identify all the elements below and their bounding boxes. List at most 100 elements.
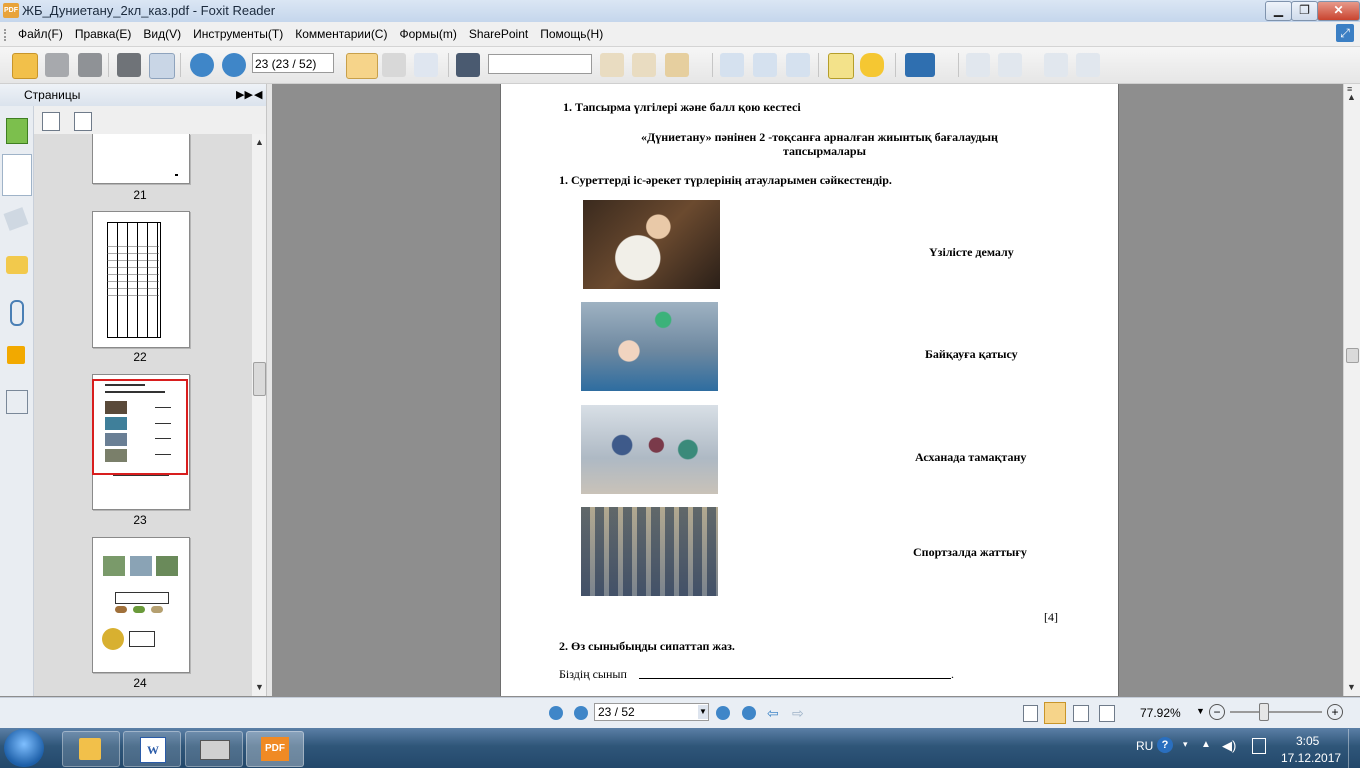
show-hidden-icons[interactable]: ▲ [1201, 739, 1211, 750]
zoom-slider-thumb[interactable] [1259, 703, 1269, 721]
fit-page-icon[interactable] [753, 53, 777, 77]
input-language[interactable]: RU [1136, 739, 1153, 753]
scroll-up-icon[interactable]: ▲ [1347, 92, 1356, 102]
minimize-button[interactable]: ▁ [1265, 1, 1292, 21]
scroll-up-icon[interactable]: ▲ [255, 137, 264, 147]
zoom-level[interactable]: 77.92% [1140, 706, 1181, 720]
find-next-icon[interactable] [632, 53, 656, 77]
note-comment-icon[interactable] [860, 53, 884, 77]
enlarge-thumbnail-icon[interactable] [42, 112, 60, 131]
zoom-out-icon[interactable]: − [1209, 704, 1225, 720]
thumbnail-page-23[interactable] [92, 374, 190, 510]
close-button[interactable]: ✕ [1317, 1, 1360, 21]
save-icon[interactable] [45, 53, 69, 77]
thumbnail-page-24[interactable] [92, 537, 190, 673]
search-input[interactable] [488, 54, 592, 74]
attachments-icon[interactable] [10, 300, 24, 326]
clock-date[interactable]: 17.12.2017 [1281, 751, 1341, 765]
search-options-icon[interactable] [665, 53, 689, 77]
first-page-icon[interactable] [549, 706, 563, 720]
pdf-combine-icon[interactable] [1076, 53, 1100, 77]
document-scrollbar[interactable]: ≡ ▲ ▼ [1343, 84, 1360, 696]
volume-icon[interactable]: ◀) [1222, 738, 1236, 754]
bookmarks-icon[interactable] [6, 118, 28, 144]
thumbnail-label: 24 [133, 676, 147, 690]
doc-task1: 1. Суреттерді іс-әрекет түрлерінің атаул… [559, 173, 892, 187]
find-binoculars-icon[interactable] [456, 53, 480, 77]
menu-edit[interactable]: Правка(E) [69, 22, 138, 46]
scroll-down-icon[interactable]: ▼ [255, 682, 264, 692]
document-scroll-thumb[interactable] [1346, 348, 1359, 363]
help-icon[interactable]: ? [1157, 737, 1173, 753]
continuous-facing-view-icon[interactable] [1099, 705, 1115, 722]
thumbnail-scroll-thumb[interactable] [253, 362, 266, 396]
back-arrow-icon[interactable]: ⇦ [767, 705, 779, 722]
start-button[interactable] [4, 729, 44, 767]
single-page-view-icon[interactable] [1023, 705, 1038, 722]
foxit-app-icon[interactable]: PDF [3, 3, 19, 18]
menu-help[interactable]: Помощь(H) [534, 22, 609, 46]
select-arrow-icon[interactable] [414, 53, 438, 77]
select-text-icon[interactable] [382, 53, 406, 77]
pages-icon[interactable] [2, 154, 32, 196]
photo-running-to-break [581, 405, 718, 494]
save-as-icon[interactable] [78, 53, 102, 77]
tray-options-icon[interactable]: ▾ [1183, 739, 1188, 750]
panel-collapse-icon[interactable]: ◀ [254, 88, 262, 101]
zoom-dropdown-icon[interactable]: ▼ [1196, 706, 1205, 716]
word-icon: W [140, 737, 166, 763]
thumbnail-label: 21 [133, 188, 147, 202]
zoom-in-icon[interactable]: + [1327, 704, 1343, 720]
pdf-create-icon[interactable] [966, 53, 990, 77]
signatures-icon[interactable] [6, 390, 28, 414]
email-icon[interactable] [149, 53, 175, 79]
actual-size-icon[interactable] [720, 53, 744, 77]
scroll-down-icon[interactable]: ▼ [1347, 682, 1356, 692]
security-lock-icon[interactable] [7, 346, 25, 364]
pdf-page[interactable]: 1. Тапсырма үлгілері және балл қою кесте… [500, 84, 1119, 696]
forward-arrow-icon[interactable]: ⇨ [792, 705, 804, 722]
typewriter-icon[interactable] [828, 53, 854, 79]
menu-forms[interactable]: Формы(m) [393, 22, 462, 46]
thumbnail-page-22[interactable] [92, 211, 190, 348]
network-icon[interactable] [1252, 738, 1266, 754]
next-page-icon[interactable] [222, 53, 246, 77]
next-page-icon[interactable] [716, 706, 730, 720]
pdf-convert-icon[interactable] [998, 53, 1022, 77]
taskbar-explorer[interactable] [62, 731, 120, 767]
taskbar-word[interactable]: W [123, 731, 181, 767]
taskbar-foxit-reader[interactable]: PDF [246, 731, 304, 767]
facing-view-icon[interactable] [1073, 705, 1089, 722]
menu-sharepoint[interactable]: SharePoint [463, 22, 534, 46]
last-page-icon[interactable] [742, 706, 756, 720]
menu-comments[interactable]: Комментарии(C) [289, 22, 393, 46]
status-page-field[interactable]: 23 / 52 [594, 703, 709, 721]
reduce-thumbnail-icon[interactable] [74, 112, 92, 131]
open-folder-icon[interactable] [12, 53, 38, 79]
find-previous-icon[interactable] [600, 53, 624, 77]
hand-tool-icon[interactable] [346, 53, 378, 79]
menu-tools[interactable]: Инструменты(T) [187, 22, 289, 46]
restore-layout-icon[interactable]: ⤢ [1336, 24, 1354, 42]
zoom-slider-track[interactable] [1230, 711, 1322, 713]
panel-expand-icon[interactable]: ▶▶ [236, 88, 253, 101]
menu-view[interactable]: Вид(V) [137, 22, 187, 46]
taskbar-printer[interactable] [185, 731, 243, 767]
clock-time[interactable]: 3:05 [1296, 734, 1319, 748]
pdf-export-icon[interactable] [1044, 53, 1068, 77]
page-number-field[interactable]: 23 (23 / 52) [252, 53, 334, 73]
continuous-view-icon[interactable] [1044, 702, 1066, 724]
previous-page-icon[interactable] [190, 53, 214, 77]
layers-icon[interactable] [3, 207, 29, 231]
print-icon[interactable] [117, 53, 141, 77]
previous-page-icon[interactable] [574, 706, 588, 720]
thumbnail-page-21[interactable] [92, 134, 190, 184]
page-dropdown-icon[interactable]: ▼ [698, 705, 708, 719]
sharepoint-icon[interactable] [905, 53, 935, 77]
comments-icon[interactable] [6, 256, 28, 274]
fit-width-icon[interactable] [786, 53, 810, 77]
maximize-button[interactable]: ❐ [1291, 1, 1318, 21]
show-desktop-button[interactable] [1348, 729, 1360, 768]
thumbnail-scrollbar[interactable]: ▲ ▼ [251, 134, 267, 696]
menu-file[interactable]: Файл(F) [12, 22, 69, 46]
